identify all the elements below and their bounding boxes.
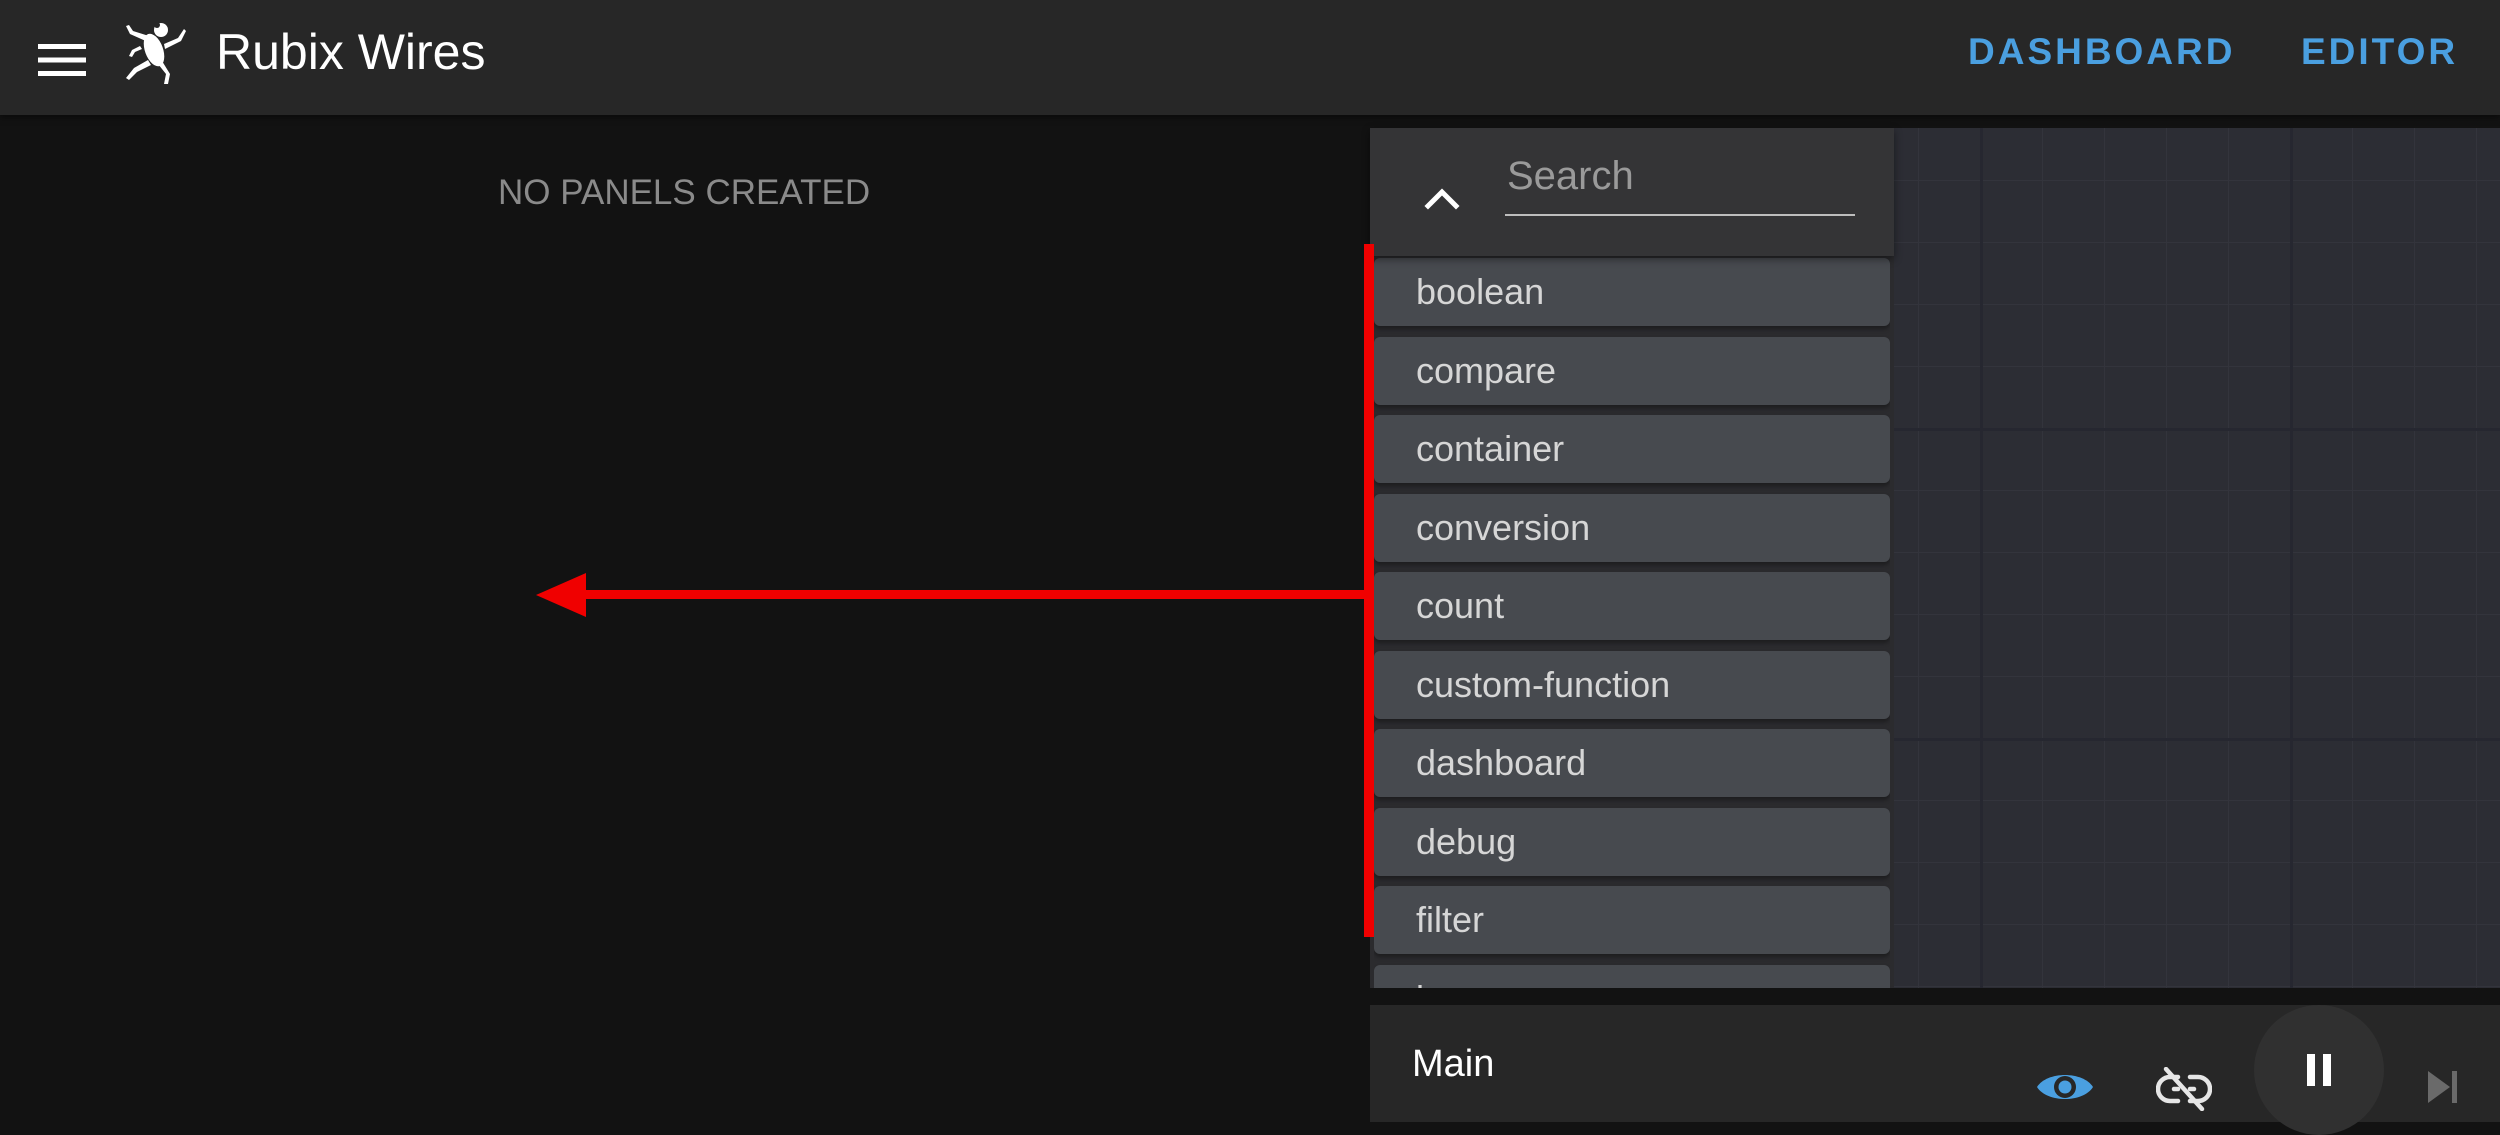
annotation-arrow [536,244,1374,937]
